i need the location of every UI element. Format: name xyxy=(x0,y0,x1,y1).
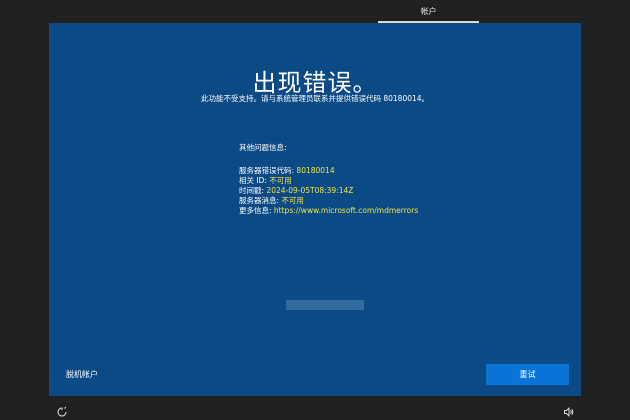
info-value: 不可用 xyxy=(281,196,304,205)
error-subtitle: 此功能不受支持。请与系统管理员联系并提供错误代码 80180014。 xyxy=(200,94,430,103)
error-panel: 出现错误。 此功能不受支持。请与系统管理员联系并提供错误代码 80180014。… xyxy=(49,23,581,396)
retry-button[interactable]: 重试 xyxy=(486,364,569,385)
info-row-server-message: 服务器消息: 不可用 xyxy=(239,196,539,206)
oobe-screen: 帐户 出现错误。 此功能不受支持。请与系统管理员联系并提供错误代码 801800… xyxy=(0,0,630,420)
info-value: 不可用 xyxy=(269,176,292,185)
info-row-more-info: 更多信息: https://www.microsoft.com/mdmerror… xyxy=(239,206,539,216)
info-label: 更多信息: xyxy=(239,206,274,215)
info-row-timestamp: 时间戳: 2024-09-05T08:39:14Z xyxy=(239,186,539,196)
offline-account-link[interactable]: 脱机帐户 xyxy=(66,369,98,380)
volume-icon[interactable] xyxy=(563,403,575,417)
info-value: 2024-09-05T08:39:14Z xyxy=(266,186,354,195)
info-label: 服务器错误代码: xyxy=(239,166,297,175)
info-label: 时间戳: xyxy=(239,186,267,195)
more-info-link[interactable]: https://www.microsoft.com/mdmerrors xyxy=(274,206,418,215)
faded-progress-bar xyxy=(286,300,364,310)
info-heading: 其他问题信息: xyxy=(239,143,287,152)
info-row-server-error-code: 服务器错误代码: 80180014 xyxy=(239,166,539,176)
info-value: 80180014 xyxy=(296,166,335,175)
ease-of-access-icon[interactable] xyxy=(56,403,68,417)
info-row-correlation-id: 相关 ID: 不可用 xyxy=(239,176,539,186)
info-label: 服务器消息: xyxy=(239,196,282,205)
info-label: 相关 ID: xyxy=(239,176,270,185)
error-info-block: 其他问题信息: 服务器错误代码: 80180014 相关 ID: 不可用 时间戳… xyxy=(239,143,539,216)
